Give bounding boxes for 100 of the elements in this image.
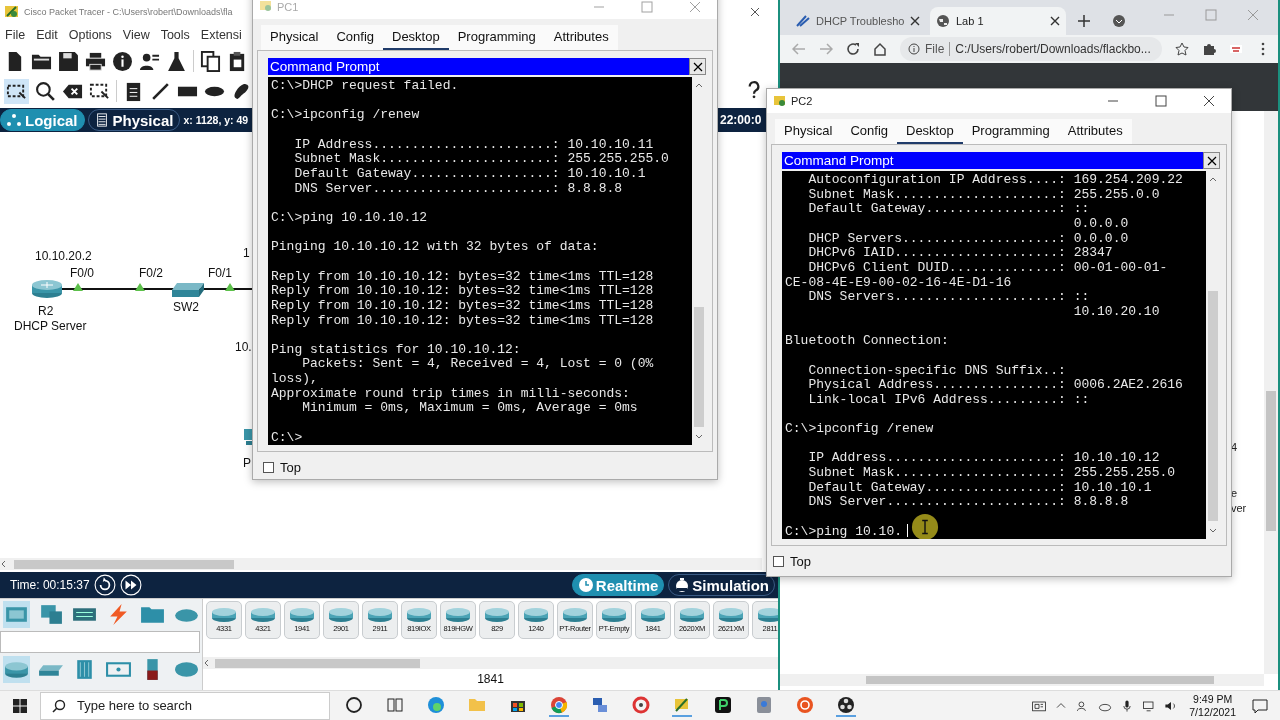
close-icon[interactable] [1050, 16, 1060, 26]
scrollbar[interactable] [203, 657, 778, 669]
clock[interactable]: 9:49 PM 7/12/2021 [1189, 692, 1236, 719]
flask-icon[interactable] [166, 50, 187, 72]
terminal-line: Subnet Mask.....................: 255.255.0.0 [807, 187, 1160, 203]
window-title: PC2 [791, 95, 813, 107]
tab[interactable]: Physical [775, 119, 842, 144]
maximize-icon[interactable] [1155, 95, 1167, 107]
browser-tab[interactable]: Lab 1 [930, 7, 1066, 35]
home-icon[interactable] [873, 42, 887, 56]
terminal-line: Subnet Mask......................: 255.255.255.0 [293, 152, 669, 167]
device-label: DHCP Server [14, 319, 87, 333]
close-button[interactable] [1203, 152, 1220, 169]
copy-icon[interactable] [200, 50, 221, 72]
terminal-line: IP Address.......................: 10.10.10.11 [293, 137, 654, 153]
tab[interactable]: Programming [962, 119, 1059, 144]
tab[interactable]: Config [327, 25, 383, 50]
circle-icon[interactable] [344, 694, 364, 715]
app-icon [4, 4, 20, 20]
scroll-up-icon[interactable] [1209, 175, 1217, 183]
port-label: F0/2 [139, 266, 163, 280]
close-icon[interactable] [910, 16, 921, 26]
terminal-line: Default Gateway.................: 10.10.10.1 [807, 480, 1152, 496]
ubuntu-icon[interactable] [795, 694, 815, 715]
terminal-line: Subnet Mask.....................: 255.255.255.0 [807, 466, 1176, 481]
checkbox[interactable] [773, 556, 784, 567]
workspace-tab[interactable]: Physical [87, 109, 181, 131]
info-icon [908, 43, 920, 55]
switch-icon[interactable] [171, 282, 205, 298]
close-icon[interactable] [750, 7, 760, 17]
menu-item[interactable]: Extensi [200, 28, 242, 42]
scroll-thumb[interactable] [694, 307, 704, 427]
app-icon[interactable] [713, 694, 733, 715]
star-icon[interactable] [1175, 42, 1189, 56]
address-bar[interactable]: File C:/Users/robert/Downloads/flackbo... [900, 37, 1162, 61]
menu-item[interactable]: View [122, 28, 150, 42]
router-icon [601, 607, 627, 623]
help-icon[interactable] [748, 81, 760, 99]
scroll-left-icon[interactable] [203, 659, 211, 667]
fast-forward-icon[interactable] [119, 574, 142, 596]
chrome-icon[interactable] [549, 694, 569, 717]
scrollbar[interactable] [1264, 111, 1278, 674]
close-icon[interactable] [1203, 95, 1215, 107]
checkbox[interactable] [263, 462, 274, 473]
edge-icon[interactable] [426, 694, 446, 715]
reload-icon[interactable] [846, 42, 860, 56]
tab[interactable]: Config [841, 119, 897, 144]
scroll-up-icon[interactable] [695, 81, 703, 89]
menu-item[interactable]: Tools [160, 28, 190, 42]
browser-tab[interactable]: DHCP Troublesho [790, 7, 926, 35]
router-icon [484, 607, 510, 623]
windows-logo-icon[interactable] [12, 697, 28, 714]
terminal-line: C:\>ping 10.10. [785, 524, 903, 539]
terminal-line: Default Gateway.................: :: [807, 202, 1090, 217]
select-icon[interactable] [4, 78, 29, 104]
ip-label: 10.10.20.2 [35, 249, 92, 263]
selected-device-label: 1841 [476, 672, 505, 686]
scroll-thumb[interactable] [1208, 291, 1218, 521]
menu-item[interactable]: File [5, 28, 26, 42]
tab-search-icon[interactable] [1112, 14, 1126, 28]
terminal-line: C:\>ipconfig /renew [785, 422, 934, 437]
mode-tab[interactable]: Realtime [571, 574, 665, 596]
tab[interactable]: Attributes [544, 25, 618, 50]
obs-icon[interactable] [836, 694, 856, 717]
menu-item[interactable]: Options [68, 28, 112, 42]
tab[interactable]: Physical [261, 25, 328, 50]
print-icon[interactable] [85, 50, 106, 72]
terminal-line: IP Address......................: 10.10.10.12 [807, 451, 1160, 467]
window-title: Cisco Packet Tracer - C:\Users\robert\Downloads\fla [24, 7, 233, 17]
mode-tab[interactable]: Simulation [668, 574, 775, 596]
tab[interactable]: Attributes [1058, 119, 1132, 144]
device-search-field[interactable] [0, 631, 200, 653]
scroll-down-icon[interactable] [1209, 527, 1217, 535]
avatar-icon[interactable] [1229, 42, 1243, 56]
save-icon[interactable] [58, 50, 79, 72]
scroll-left-icon[interactable] [0, 560, 8, 568]
menu-item[interactable]: Edit [36, 28, 58, 42]
page-text: ver [1231, 502, 1247, 514]
stopwatch-icon [674, 577, 691, 593]
workspace-tab[interactable]: Logical [0, 109, 85, 131]
router-icon[interactable] [3, 656, 30, 683]
terminal-line: Approximate round trip times in milli-seconds: [271, 386, 630, 402]
notification-icon[interactable] [1252, 697, 1268, 714]
reset-icon[interactable] [93, 574, 116, 596]
scroll-down-icon[interactable] [695, 433, 703, 441]
router-icon[interactable] [31, 279, 63, 299]
scrollbar[interactable] [780, 674, 1264, 686]
close-button[interactable] [689, 58, 706, 75]
router-icon [211, 607, 237, 623]
terminal-line: Pinging 10.10.10.12 with 32 bytes of data: [271, 240, 599, 255]
puzzle-icon[interactable] [1202, 42, 1216, 56]
scrollbar[interactable] [0, 558, 762, 570]
search-field[interactable]: Type here to search [40, 691, 330, 720]
new-tab-icon[interactable] [1078, 15, 1090, 27]
search-icon[interactable] [35, 80, 56, 102]
terminal-line: Minimum = 0ms, Maximum = 0ms, Average = 0ms [301, 401, 638, 417]
tab[interactable]: Programming [448, 25, 545, 50]
terminal-line: 0.0.0.0 [1072, 216, 1129, 232]
info-icon[interactable] [112, 50, 133, 72]
terminal-line: Reply from 10.10.10.12: bytes=32 time<1ms TTL=128 [271, 298, 654, 314]
